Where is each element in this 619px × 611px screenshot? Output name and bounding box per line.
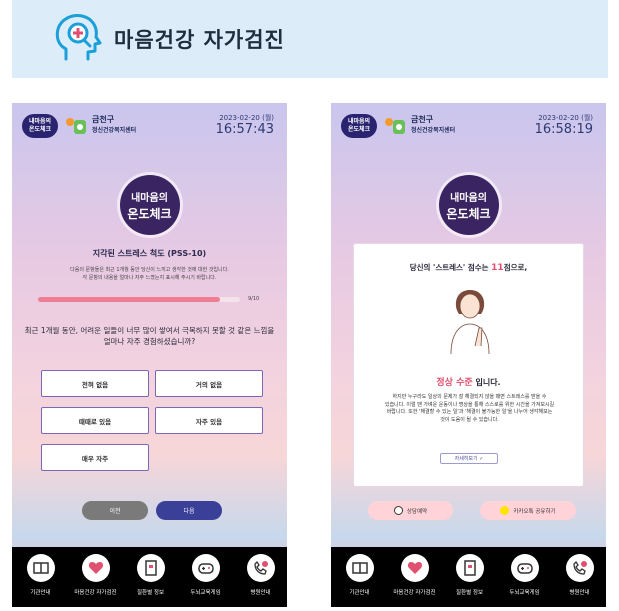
book-icon [32,562,49,574]
bottom-tab-bar: 기관안내 마음건강 자가검진 질환별 정보 두뇌교육게임 병원안내 [331,547,606,607]
bottom-tab-bar: 기관안내 마음건강 자가검진 질환별 정보 두뇌교육게임 병원안내 [12,547,287,607]
document-icon [463,560,476,576]
more-details-button[interactable]: 자세히보기 ✓ [440,453,498,464]
kakao-share-button[interactable]: 카카오톡 공유하기 [480,501,576,520]
center-logo-icon [385,118,405,134]
tab-brain-game[interactable]: 두뇌교육게임 [497,554,552,596]
thermometer-logo: 내마음의 온도체크 [119,175,180,235]
gamepad-icon [516,563,533,574]
person-illustration [450,290,490,354]
tab-brain-game[interactable]: 두뇌교육게임 [178,554,233,596]
next-button[interactable]: 다음 [156,501,222,520]
option-very-often[interactable]: 매우 자주 [41,444,149,471]
score-line: 당신의 '스트레스' 점수는 11점으로, [409,263,528,273]
test-description: 다음의 문항들은 최근 1개월 동안 당신이 느끼고 생각한 것에 대한 것입니… [70,267,229,281]
option-never[interactable]: 전혀 없음 [41,370,149,397]
clock: 16:58:19 [534,122,593,137]
center-name: 금천구 [92,115,115,124]
thermometer-logo: 내마음의 온도체크 [438,175,499,235]
share-icon [500,506,510,515]
tab-center-info[interactable]: 기관안내 [332,554,387,596]
heart-icon [88,562,103,574]
result-card: 당신의 '스트레스' 점수는 11점으로, 정상 수준 입니다. 하지만 누구라… [353,243,584,487]
phone-call-icon [253,560,268,575]
tab-self-test[interactable]: 마음건강 자가검진 [68,554,123,596]
tab-disease-info[interactable]: 질환별 정보 [123,554,178,596]
gamepad-icon [197,563,214,574]
result-description: 하지만 누구라도 일상의 문제가 잘 해결되지 않을 때면 스트레스를 받을 수… [384,394,555,423]
tab-hospital-info[interactable]: 병원안내 [233,554,287,596]
mental-health-search-icon [55,14,102,61]
test-title: 지각된 스트레스 척도 (PSS-10) [92,249,207,258]
clock: 16:57:43 [215,122,274,137]
level-value: 정상 수준 [436,378,473,388]
book-icon [351,562,368,574]
app-header: 내마음의 온도체크 금천구 정신건강복지센터 2023-02-20 (월) 16:… [331,103,606,143]
phone-screen-question: 내마음의 온도체크 금천구 정신건강복지센터 2023-02-20 (월) 16:… [12,103,287,607]
prev-button[interactable]: 이전 [82,501,148,520]
center-subname: 정신건강복지센터 [411,127,456,134]
tab-hospital-info[interactable]: 병원안내 [552,554,606,596]
page-title: 마음건강 자가검진 [114,28,285,52]
counsel-booking-button[interactable]: 상담예약 [368,501,453,520]
calendar-icon [393,506,403,515]
phone-call-icon [572,560,587,575]
level-line: 정상 수준 입니다. [436,378,501,388]
center-logo-icon [66,118,86,134]
progress-label: 9/10 [248,296,260,302]
center-name: 금천구 [411,115,434,124]
option-sometimes[interactable]: 때때로 있음 [41,407,149,434]
progress-bar [38,297,240,302]
tab-center-info[interactable]: 기관안내 [13,554,68,596]
tab-disease-info[interactable]: 질환별 정보 [442,554,497,596]
tab-self-test[interactable]: 마음건강 자가검진 [387,554,442,596]
document-icon [144,560,157,576]
option-almost-never[interactable]: 거의 없음 [155,370,263,397]
app-logo[interactable]: 내마음의 온도체크 [341,114,377,138]
progress-fill [38,297,220,302]
option-often[interactable]: 자주 있음 [155,407,263,434]
score-value: 11 [491,263,504,273]
question-text: 최근 1개월 동안, 어려운 일들이 너무 많이 쌓여서 극복하지 못할 것 같… [24,326,275,346]
center-subname: 정신건강복지센터 [92,127,137,134]
phone-screen-result: 내마음의 온도체크 금천구 정신건강복지센터 2023-02-20 (월) 16:… [331,103,606,607]
app-logo[interactable]: 내마음의 온도체크 [22,114,58,138]
app-header: 내마음의 온도체크 금천구 정신건강복지센터 2023-02-20 (월) 16:… [12,103,287,143]
page-banner: 마음건강 자가검진 [12,0,608,78]
heart-icon [407,562,422,574]
